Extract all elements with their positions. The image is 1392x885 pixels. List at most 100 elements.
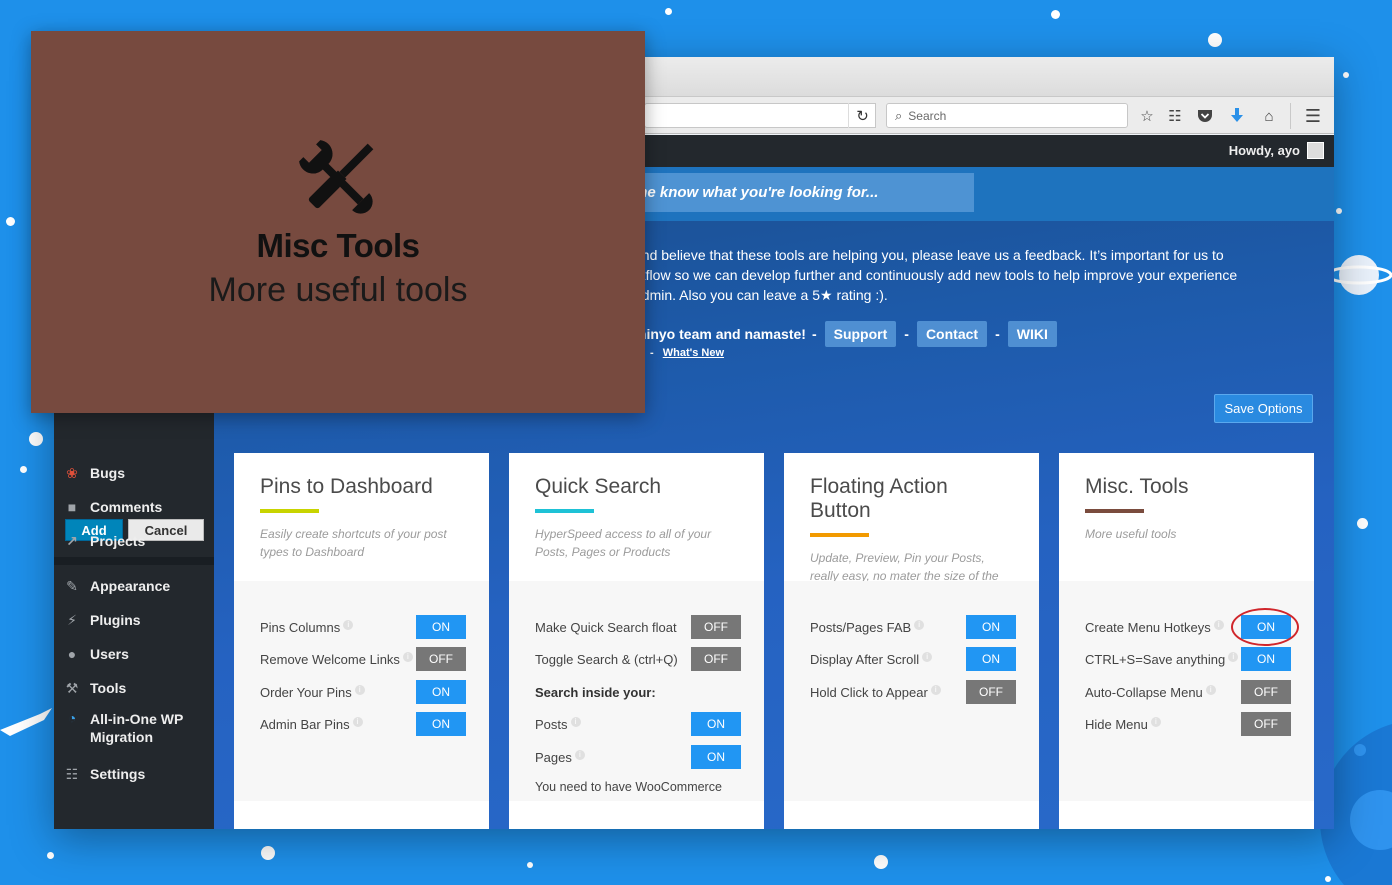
background-star [665,8,672,15]
option-label: Display After Scroll i [810,651,933,667]
sidebar-item-users[interactable]: ● Users [62,642,129,666]
avatar[interactable] [1307,142,1324,159]
toggle-switch[interactable]: ON [416,712,466,736]
search-icon: ⌕ [895,107,903,123]
background-star [1336,208,1342,214]
menu-icon[interactable]: ☰ [1302,105,1324,127]
option-row: Pages i ON [535,745,741,769]
toggle-switch[interactable]: OFF [691,647,741,671]
feedback-text: and believe that these tools are helping… [634,245,1314,305]
save-options-button[interactable]: Save Options [1214,394,1313,423]
feedback-line: admin. Also you can leave a 5★ rating :)… [634,287,888,303]
sidebar-item-label: Projects [90,533,146,549]
sidebar-item-bugs[interactable]: ❀ Bugs [62,461,125,485]
bug-icon: ❀ [66,464,78,481]
browser-search-placeholder: Search [908,108,947,123]
sidebar-item-migration[interactable]: ◔ All-in-One WP Migration [62,710,200,750]
sidebar-item-tools[interactable]: ⚒ Tools [62,676,127,700]
feedback-line: and believe that these tools are helping… [634,247,1224,263]
plugin-icon: ⚡ [67,611,77,628]
info-icon[interactable]: i [570,716,581,727]
option-label: Pins Columns i [260,619,354,635]
sidebar-item-label: All-in-One WP Migration [90,711,184,745]
pocket-icon[interactable] [1194,105,1216,127]
highlight-circle [1231,608,1299,646]
sidebar-item-projects[interactable]: ↗ Projects [62,529,145,553]
reload-icon[interactable]: ↻ [848,103,876,128]
sidebar-item-comments[interactable]: ■ Comments [62,495,163,519]
toggle-switch[interactable]: ON [966,615,1016,639]
background-star [6,217,15,226]
sidebar-item-plugins[interactable]: ⚡ Plugins [62,608,141,632]
sidebar-item-label: Comments [90,499,163,515]
toggle-switch[interactable]: ON [1241,647,1291,671]
option-label: Hide Menu i [1085,716,1161,732]
option-row: Toggle Search & (ctrl+Q) OFF [535,647,741,671]
star-icon[interactable]: ☆ [1136,105,1158,127]
info-icon[interactable]: i [1205,684,1216,695]
info-icon[interactable]: i [402,651,413,662]
section-label: Search inside your: [535,685,656,700]
toggle-switch[interactable]: OFF [1241,712,1291,736]
toggle-switch[interactable]: ON [691,745,741,769]
toggle-switch[interactable]: ON [691,712,741,736]
card-options: Make Quick Search float OFF Toggle Searc… [509,581,764,801]
info-icon[interactable]: i [1213,619,1224,630]
toggle-switch[interactable]: ON [966,647,1016,671]
background-star [1051,10,1060,19]
option-label: Admin Bar Pins i [260,716,363,732]
option-row: Make Quick Search float OFF [535,615,741,639]
toggle-switch[interactable]: OFF [966,680,1016,704]
whats-new-link[interactable]: What's New [663,347,724,359]
background-star [47,852,54,859]
sidebar-item-label: Plugins [90,612,141,628]
toggle-switch[interactable]: ON [416,615,466,639]
card-accent-bar [810,533,869,537]
card-options: Posts/Pages FAB i ON Display After Scroll… [784,581,1039,801]
download-icon[interactable] [1226,105,1248,127]
sidebar-item-appearance[interactable]: ✎ Appearance [62,574,170,598]
info-icon[interactable]: i [343,619,354,630]
toggle-switch[interactable]: ON [416,680,466,704]
sidebar-item-label: Tools [90,680,127,696]
toggle-switch[interactable]: OFF [1241,680,1291,704]
home-icon[interactable]: ⌂ [1258,105,1280,127]
sidebar-item-settings[interactable]: ☷ Settings [62,762,146,786]
option-row: Hold Click to Appear i OFF [810,680,1016,704]
howdy-label[interactable]: Howdy, ayo [1229,143,1300,158]
browser-search-input[interactable]: ⌕ Search [886,103,1128,128]
option-row: Admin Bar Pins i ON [260,712,466,736]
wrench-icon: ⚒ [65,679,79,696]
separator-dash: - [811,326,817,342]
toggle-switch[interactable]: OFF [416,647,466,671]
contact-link[interactable]: Contact [916,321,988,347]
option-label: Auto-Collapse Menu i [1085,684,1216,700]
info-icon[interactable]: i [914,619,925,630]
info-icon[interactable]: i [574,749,585,760]
team-links-row: minyo team and namaste! - Support - Cont… [634,321,1065,347]
info-icon[interactable]: i [352,716,363,727]
background-star [527,862,533,868]
url-bar[interactable] [644,103,876,128]
background-star [20,466,27,473]
info-icon[interactable]: i [922,651,933,662]
toggle-switch[interactable]: OFF [691,615,741,639]
support-link[interactable]: Support [824,321,897,347]
reading-list-icon[interactable]: ☷ [1164,105,1186,127]
card-options: Pins Columns i ON Remove Welcome Links i O… [234,581,489,801]
option-label: Pages i [535,749,585,765]
plugin-search-input[interactable]: me know what you're looking for... [614,173,974,212]
info-icon[interactable]: i [1228,651,1239,662]
info-icon[interactable]: i [1150,716,1161,727]
migration-icon: ◔ [67,710,77,726]
toolbar-separator [1290,103,1291,129]
card-title: Floating Action Button [810,475,948,522]
wiki-link[interactable]: WIKI [1007,321,1057,347]
planet-icon [1326,255,1392,295]
info-icon[interactable]: i [354,684,365,695]
overlay-title: Misc Tools [256,227,420,264]
background-star [1357,518,1368,529]
background-star [261,846,275,860]
info-icon[interactable]: i [930,684,941,695]
card-quick-search: Quick Search HyperSpeed access to all of… [509,453,764,829]
